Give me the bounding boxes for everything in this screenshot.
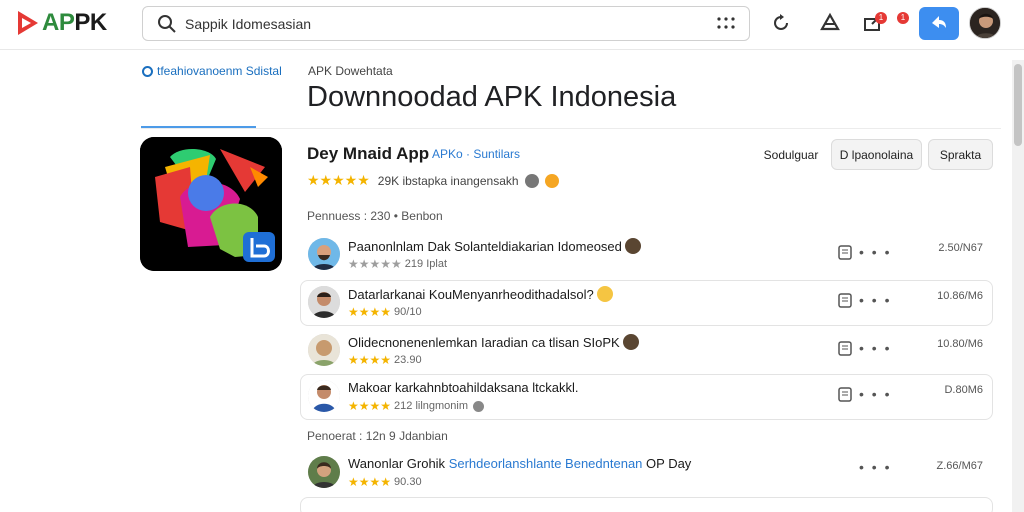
avatar xyxy=(308,286,340,318)
logo-text: APPK xyxy=(42,9,107,36)
file-size: Z.66/M67 xyxy=(936,460,983,472)
page-title: Downnoodad APK Indonesia xyxy=(307,81,677,113)
file-size: 10.86/M6 xyxy=(937,290,983,302)
rating-text: 29K ibstapka inangensakh xyxy=(377,173,519,188)
divider xyxy=(141,128,1001,129)
list-item-title: Wanonlar Grohik Serhdeorlanshlante Bened… xyxy=(348,456,692,471)
app-category-link[interactable]: APKo · Suntilars xyxy=(432,147,520,161)
list-item-meta: ★★★★ 90/10 xyxy=(348,305,422,319)
logo-play-icon xyxy=(18,11,38,35)
refresh-icon[interactable] xyxy=(770,12,792,34)
section-label-more: Penoerat : 12n 9 Jdanbian xyxy=(307,429,448,443)
search-bar[interactable] xyxy=(142,6,750,41)
rating-stars: ★★★★★ xyxy=(307,172,370,188)
file-size: D.80M6 xyxy=(944,384,983,396)
list-item[interactable]: Datarlarkanai KouMenyanrheodithadalsol? … xyxy=(300,280,993,326)
doc-icon[interactable] xyxy=(838,293,852,308)
app-rating: ★★★★★ 29K ibstapka inangensakh xyxy=(307,172,559,189)
secondary-button[interactable]: Sodulguar xyxy=(757,139,825,170)
avatar-mini-icon xyxy=(622,334,639,350)
scrollbar-thumb[interactable] xyxy=(1014,64,1022,146)
share-text-button[interactable]: Sprakta xyxy=(928,139,993,170)
logo[interactable]: APPK xyxy=(16,9,107,37)
apps-grid-icon[interactable] xyxy=(717,16,735,30)
share-button[interactable] xyxy=(919,7,959,40)
breadcrumb[interactable]: APK Dowehtata xyxy=(308,64,393,78)
store-icon[interactable] xyxy=(819,12,841,34)
user-avatar[interactable] xyxy=(969,7,1001,39)
download-button[interactable]: D lpaonolaina xyxy=(831,139,922,170)
list-item-meta: ★★★★ 90.30 xyxy=(348,475,422,489)
search-input[interactable] xyxy=(185,13,685,35)
list-item[interactable]: Wanonlar Grohik Serhdeorlanshlante Bened… xyxy=(300,450,993,496)
doc-icon[interactable] xyxy=(838,245,852,260)
breadcrumb-left[interactable]: tfeahiovanoenm Sdistal xyxy=(142,64,282,78)
list-item-title: Olidecnonenenlemkan Iaradian ca tlisan S… xyxy=(348,334,639,350)
app-name: Dey Mnaid App xyxy=(307,144,430,163)
avatar xyxy=(308,380,340,412)
emoji-icon xyxy=(544,173,559,188)
doc-icon[interactable] xyxy=(838,341,852,356)
search-icon[interactable] xyxy=(157,14,177,34)
section-label-reviews: Pennuess : 230 • Benbon xyxy=(307,209,443,223)
list-item-meta: ★★★★ 23.90 xyxy=(348,353,422,367)
globe-icon xyxy=(142,65,153,77)
more-icon[interactable]: • • • xyxy=(859,459,891,475)
file-size: 2.50/N67 xyxy=(938,242,983,254)
avatar xyxy=(308,334,340,366)
list-item-link[interactable]: Serhdeorlanshlante Benedntenan xyxy=(449,456,643,471)
avatar xyxy=(308,238,340,270)
emoji-icon xyxy=(596,286,613,302)
avatar xyxy=(308,456,340,488)
avatar-mini-icon xyxy=(624,238,641,254)
list-item[interactable]: Makoar karkahnbtoahildaksana ltckakkl. ★… xyxy=(300,374,993,420)
list-item-meta: ★★★★★ 219 Iplat xyxy=(348,257,447,271)
more-icon[interactable]: • • • xyxy=(859,292,891,308)
list-item-title: Datarlarkanai KouMenyanrheodithadalsol? xyxy=(348,286,613,302)
info-icon xyxy=(524,173,539,188)
top-bar: APPK 1 1 xyxy=(0,0,1024,50)
breadcrumb-left-label: tfeahiovanoenm Sdistal xyxy=(157,64,282,78)
more-icon[interactable]: • • • xyxy=(859,340,891,356)
list-item-title: Makoar karkahnbtoahildaksana ltckakkl. xyxy=(348,380,579,395)
list-item[interactable]: Olidecnonenenlemkan Iaradian ca tlisan S… xyxy=(300,328,993,374)
file-size: 10.80/M6 xyxy=(937,338,983,350)
more-icon[interactable]: • • • xyxy=(859,386,891,402)
list-item-meta: ★★★★ 212 lilngmonim xyxy=(348,399,485,413)
list-item[interactable]: Paanonlnlam Dak Solanteldiakarian Idomeo… xyxy=(300,232,993,278)
share-icon xyxy=(932,16,946,28)
app-icon[interactable] xyxy=(140,137,282,271)
info-icon xyxy=(473,400,485,412)
more-icon[interactable]: • • • xyxy=(859,244,891,260)
upload-badge: 1 xyxy=(875,12,887,24)
list-item[interactable] xyxy=(300,497,993,512)
notification-icon[interactable]: 1 xyxy=(897,12,909,24)
doc-icon[interactable] xyxy=(838,387,852,402)
list-item-title: Paanonlnlam Dak Solanteldiakarian Idomeo… xyxy=(348,238,641,254)
